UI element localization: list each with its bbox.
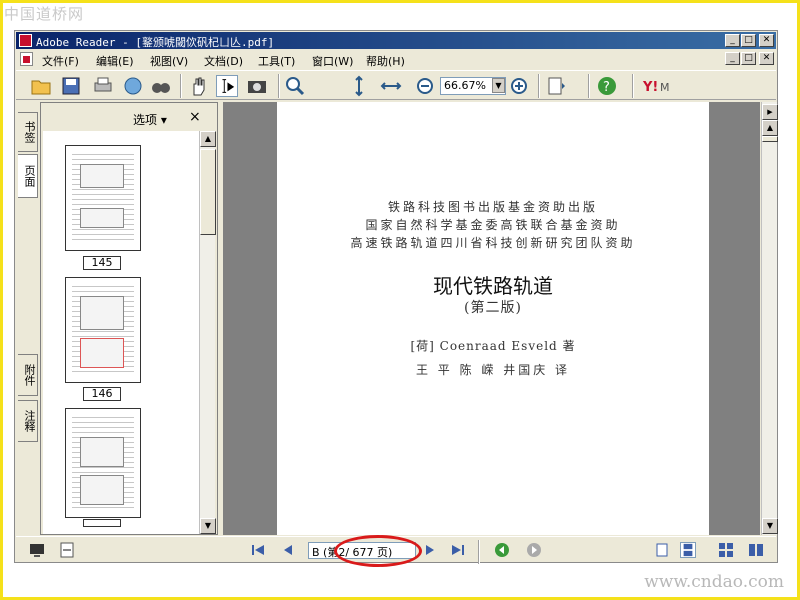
pages-panel: 选项 ▾ × 145 146 ▲ ▼ <box>40 102 218 535</box>
funding-line: 铁路科技图书出版基金资助出版 <box>387 200 598 214</box>
watermark-bottom: www.cndao.com <box>644 572 784 592</box>
adobe-reader-icon <box>19 34 32 47</box>
zoom-in-icon[interactable] <box>508 75 530 97</box>
continuous-facing-icon[interactable] <box>748 542 764 558</box>
tab-comments[interactable]: 注释 <box>18 400 38 442</box>
status-bar: B (第2/ 677 页) <box>16 535 776 567</box>
previous-page-icon[interactable] <box>280 542 296 558</box>
scroll-up-icon[interactable]: ▲ <box>762 120 778 136</box>
svg-text:M: M <box>660 81 670 94</box>
document-icon[interactable] <box>20 52 33 66</box>
scroll-thumb[interactable] <box>200 149 216 235</box>
funding-line: 国家自然科学基金委高铁联合基金资助 <box>365 218 621 232</box>
snapshot-camera-icon[interactable] <box>246 75 268 97</box>
continuous-page-icon[interactable] <box>680 542 696 558</box>
thumbnail-label <box>83 519 121 527</box>
menu-document[interactable]: 文档(D) <box>204 53 243 69</box>
thumbnail-list: 145 146 <box>43 131 199 534</box>
toolbar-separator <box>588 74 590 98</box>
last-page-icon[interactable] <box>450 542 466 558</box>
document-properties-icon[interactable] <box>58 541 76 559</box>
menu-bar: 文件(F) 编辑(E) 视图(V) 文档(D) 工具(T) 窗口(W) 帮助(H… <box>16 49 776 69</box>
toolbar-separator <box>538 74 540 98</box>
go-forward-icon[interactable] <box>526 542 542 558</box>
thumbnail-label: 146 <box>83 387 121 401</box>
doc-minimize-button[interactable]: _ <box>725 52 740 65</box>
document-scrollbar[interactable]: ▶ ▲ ▼ <box>761 102 778 535</box>
close-button[interactable]: ✕ <box>759 34 774 47</box>
maximize-button[interactable]: □ <box>741 34 756 47</box>
hand-tool-icon[interactable] <box>188 75 210 97</box>
toolbar-separator <box>278 74 280 98</box>
panel-close-button[interactable]: × <box>189 109 201 125</box>
book-translators: 王 平 陈 嵘 井国庆 译 <box>415 363 571 377</box>
options-menu[interactable]: 选项 ▾ <box>133 111 167 128</box>
facing-pages-icon[interactable] <box>718 542 734 558</box>
menu-tools[interactable]: 工具(T) <box>258 53 295 69</box>
tab-pages[interactable]: 页面 <box>18 154 38 198</box>
yahoo-toolbar-icon[interactable]: Y! M <box>642 75 678 97</box>
panel-header: 选项 ▾ × <box>41 103 217 131</box>
menu-help[interactable]: 帮助(H) <box>366 53 405 69</box>
page-layout-icon[interactable] <box>546 75 568 97</box>
panel-scrollbar[interactable]: ▲ ▼ <box>199 131 216 534</box>
menu-window[interactable]: 窗口(W) <box>312 53 353 69</box>
monitor-icon[interactable] <box>28 541 46 559</box>
document-area: 铁路科技图书出版基金资助出版 国家自然科学基金委高铁联合基金资助 高速铁路轨道四… <box>223 102 760 535</box>
doc-restore-button[interactable]: □ <box>741 52 756 65</box>
status-separator <box>478 540 480 564</box>
next-page-icon[interactable] <box>422 542 438 558</box>
zoom-out-icon[interactable] <box>414 75 436 97</box>
document-page: 铁路科技图书出版基金资助出版 国家自然科学基金委高铁联合基金资助 高速铁路轨道四… <box>277 102 709 535</box>
menu-view[interactable]: 视图(V) <box>150 53 188 69</box>
search-binoculars-icon[interactable] <box>150 75 172 97</box>
page-thumbnail[interactable] <box>65 277 141 383</box>
toolbar-separator <box>180 74 182 98</box>
page-thumbnail[interactable] <box>65 408 141 518</box>
go-back-icon[interactable] <box>494 542 510 558</box>
svg-text:?: ? <box>603 80 610 95</box>
title-bar: Adobe Reader - [鐜颁唬閾佽矾杞ㄩ亾.pdf] _ □ ✕ <box>16 32 776 49</box>
doc-close-button[interactable]: ✕ <box>759 52 774 65</box>
save-icon[interactable] <box>60 75 82 97</box>
book-edition: (第二版) <box>464 300 522 316</box>
zoom-in-tool-icon[interactable] <box>284 75 306 97</box>
page-thumbnail[interactable] <box>65 145 141 251</box>
reader-window: Adobe Reader - [鐜颁唬閾佽矾杞ㄩ亾.pdf] _ □ ✕ 文件(… <box>14 30 778 567</box>
print-icon[interactable] <box>92 75 114 97</box>
funding-line: 高速铁路轨道四川省科技创新研究团队资助 <box>350 236 636 250</box>
first-page-icon[interactable] <box>250 542 266 558</box>
toolbar-separator <box>632 74 634 98</box>
toolbar: 66.67% ▼ ? Y! M <box>16 70 776 100</box>
open-icon[interactable] <box>30 75 52 97</box>
tab-bookmarks[interactable]: 书签 <box>18 112 38 152</box>
watermark-top: 中国道桥网 <box>4 5 85 23</box>
single-page-icon[interactable] <box>654 542 670 558</box>
scroll-thumb[interactable] <box>762 136 778 142</box>
book-title: 现代铁路轨道 <box>433 274 553 298</box>
highlight-oval <box>334 535 422 567</box>
select-text-icon[interactable] <box>216 75 238 97</box>
scroll-down-icon[interactable]: ▼ <box>762 518 778 534</box>
help-icon[interactable]: ? <box>596 75 618 97</box>
scroll-up-icon[interactable]: ▲ <box>200 131 216 147</box>
menu-file[interactable]: 文件(F) <box>42 53 79 69</box>
tab-attachments[interactable]: 附件 <box>18 354 38 396</box>
thumbnail-label: 145 <box>83 256 121 270</box>
window-title: Adobe Reader - [鐜颁唬閾佽矾杞ㄩ亾.pdf] <box>36 36 275 49</box>
svg-text:Y!: Y! <box>642 80 658 95</box>
scroll-down-icon[interactable]: ▼ <box>200 518 216 534</box>
minimize-button[interactable]: _ <box>725 34 740 47</box>
book-author: [荷] Coenraad Esveld 著 <box>410 339 576 353</box>
menu-edit[interactable]: 编辑(E) <box>96 53 134 69</box>
email-icon[interactable] <box>122 75 144 97</box>
scroll-right-arrow-icon[interactable]: ▶ <box>762 104 778 120</box>
fit-width-icon[interactable] <box>380 75 402 97</box>
navigation-tabs: 书签 页面 附件 注释 <box>16 102 39 535</box>
zoom-dropdown-icon[interactable]: ▼ <box>492 78 505 93</box>
fit-page-icon[interactable] <box>348 75 370 97</box>
